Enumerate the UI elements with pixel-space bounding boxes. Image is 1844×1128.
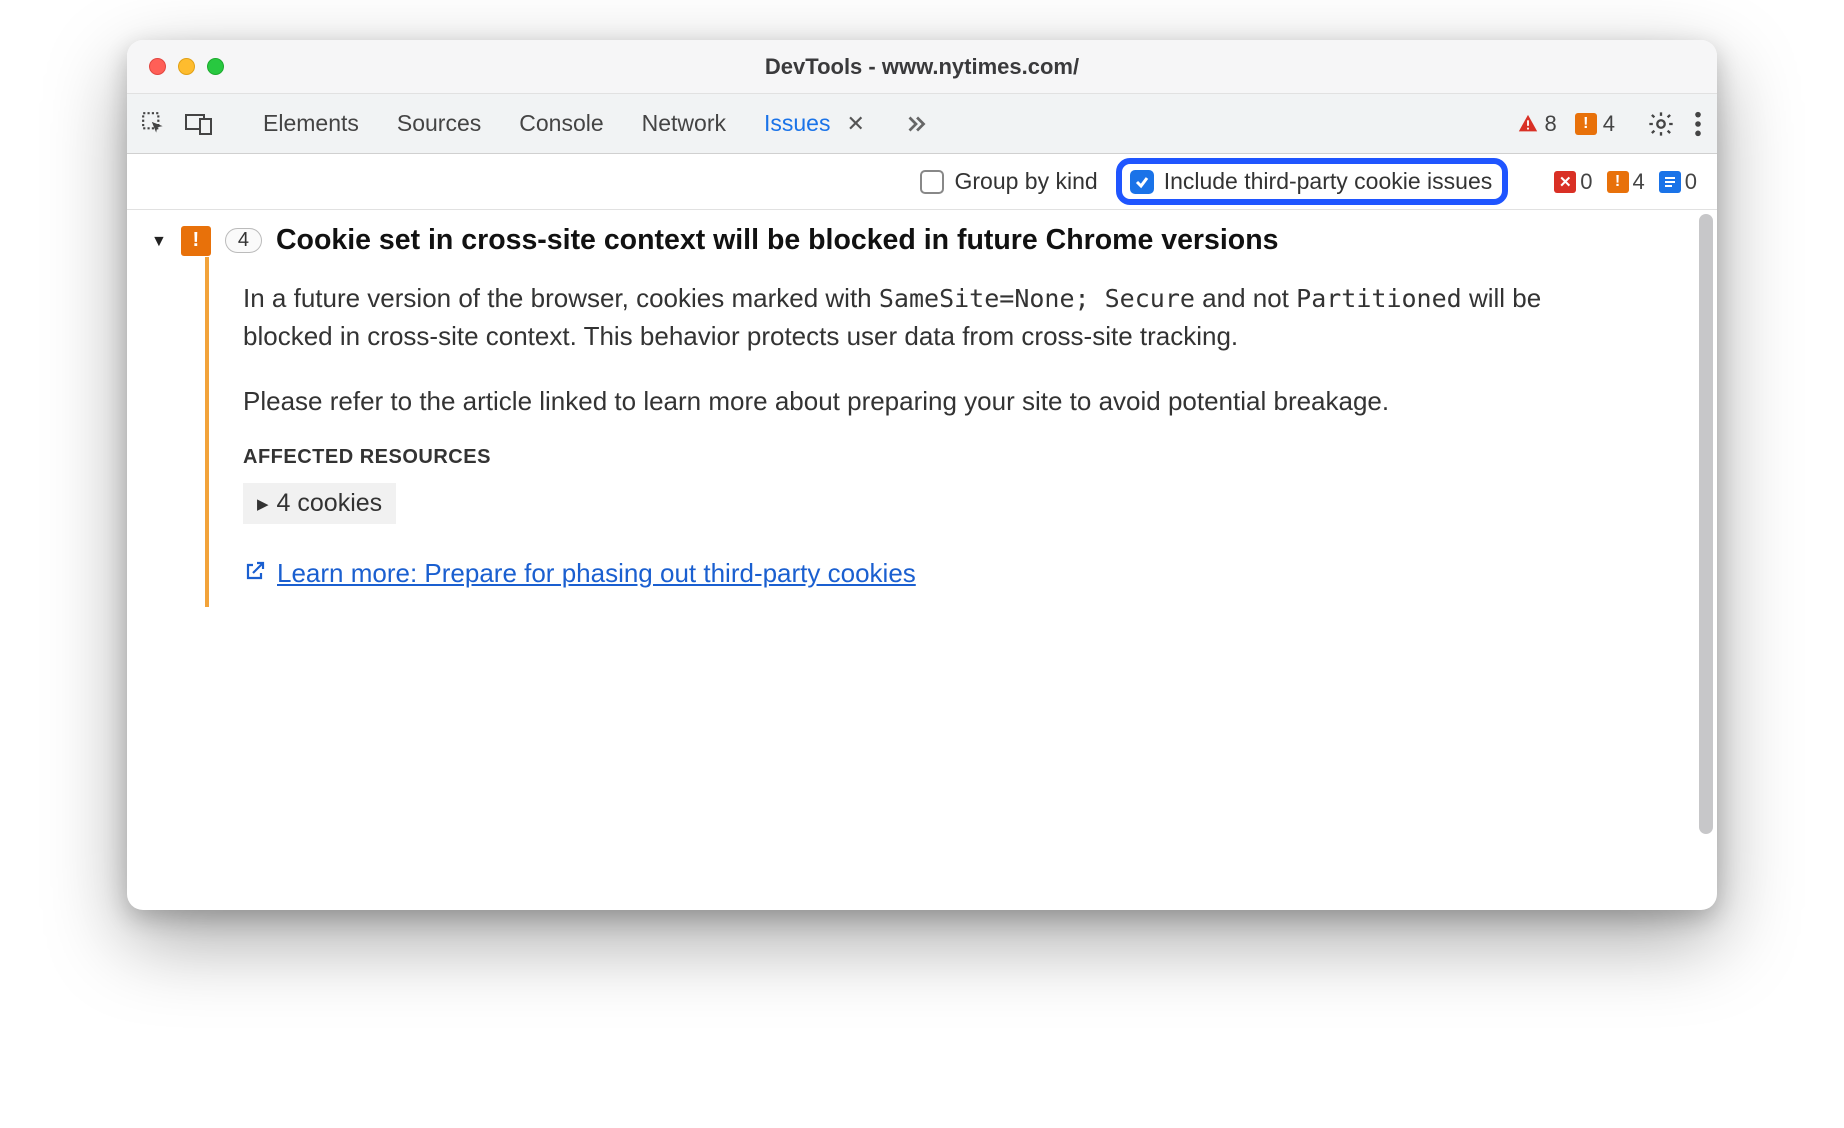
breaking-change-count[interactable]: ✕ 0 [1554,169,1592,195]
code-samesite: SameSite=None; Secure [879,284,1195,313]
device-toggle-icon[interactable] [185,111,213,137]
improvement-badge-icon: ! [1607,171,1629,193]
checkbox-unchecked-icon [920,170,944,194]
issue-paragraph-1: In a future version of the browser, cook… [243,279,1637,356]
tab-sources[interactable]: Sources [397,110,481,137]
error-triangle-icon [1517,113,1539,135]
info-count-value: 0 [1685,169,1697,195]
warning-count-badge[interactable]: ! 4 [1575,111,1615,137]
scrollbar-thumb[interactable] [1699,214,1713,834]
issue-body: In a future version of the browser, cook… [205,257,1697,607]
traffic-lights [127,58,224,75]
window-zoom-button[interactable] [207,58,224,75]
settings-icon[interactable] [1647,110,1675,138]
info-badge-icon [1659,171,1681,193]
window-close-button[interactable] [149,58,166,75]
issue-header-row[interactable]: ▼ ! 4 Cookie set in cross-site context w… [147,224,1697,257]
inspect-icon[interactable] [141,111,167,137]
window-title: DevTools - www.nytimes.com/ [127,54,1717,80]
error-count: 8 [1545,111,1557,137]
window-minimize-button[interactable] [178,58,195,75]
breaking-count-value: 0 [1580,169,1592,195]
affected-resources-label: 4 cookies [277,489,383,518]
checkbox-checked-icon [1130,170,1154,194]
more-tabs-icon[interactable] [903,111,929,137]
disclosure-triangle-icon[interactable]: ▼ [151,233,167,251]
issue-severity-icon: ! [181,226,211,256]
devtools-window: DevTools - www.nytimes.com/ Elements Sou… [127,40,1717,910]
tab-issues[interactable]: Issues [764,110,830,137]
include-third-party-label: Include third-party cookie issues [1164,168,1493,195]
tab-close-button[interactable]: ✕ [846,111,864,137]
issue-paragraph-2: Please refer to the article linked to le… [243,382,1637,420]
devtools-tabbar: Elements Sources Console Network Issues … [127,94,1717,154]
learn-more-row: Learn more: Prepare for phasing out thir… [243,558,1637,589]
titlebar: DevTools - www.nytimes.com/ [127,40,1717,94]
warning-square-icon: ! [1575,113,1597,135]
issue-count-pill: 4 [225,228,262,253]
issue-title: Cookie set in cross-site context will be… [276,224,1279,257]
more-menu-icon[interactable] [1693,110,1703,138]
tab-network[interactable]: Network [642,110,726,137]
include-third-party-checkbox[interactable]: Include third-party cookie issues [1130,168,1493,195]
tab-console[interactable]: Console [519,110,603,137]
affected-resources-toggle[interactable]: ▶ 4 cookies [243,483,396,524]
group-by-kind-label: Group by kind [954,168,1097,195]
include-third-party-highlight: Include third-party cookie issues [1116,158,1509,205]
improvement-count-value: 4 [1633,169,1645,195]
tabbar-tabs: Elements Sources Console Network Issues … [263,110,929,137]
group-by-kind-checkbox[interactable]: Group by kind [920,168,1097,195]
learn-more-link[interactable]: Learn more: Prepare for phasing out thir… [277,558,916,589]
code-partitioned: Partitioned [1296,284,1462,313]
issues-content: ▼ ! 4 Cookie set in cross-site context w… [127,210,1717,910]
external-link-icon [243,559,267,588]
info-count[interactable]: 0 [1659,169,1697,195]
issues-filterbar: Group by kind Include third-party cookie… [127,154,1717,210]
breaking-badge-icon: ✕ [1554,171,1576,193]
improvement-count[interactable]: ! 4 [1607,169,1645,195]
affected-resources-header: AFFECTED RESOURCES [243,446,1637,469]
tab-elements[interactable]: Elements [263,110,359,137]
error-count-badge[interactable]: 8 [1517,111,1557,137]
warning-count: 4 [1603,111,1615,137]
disclosure-right-icon: ▶ [257,495,269,513]
